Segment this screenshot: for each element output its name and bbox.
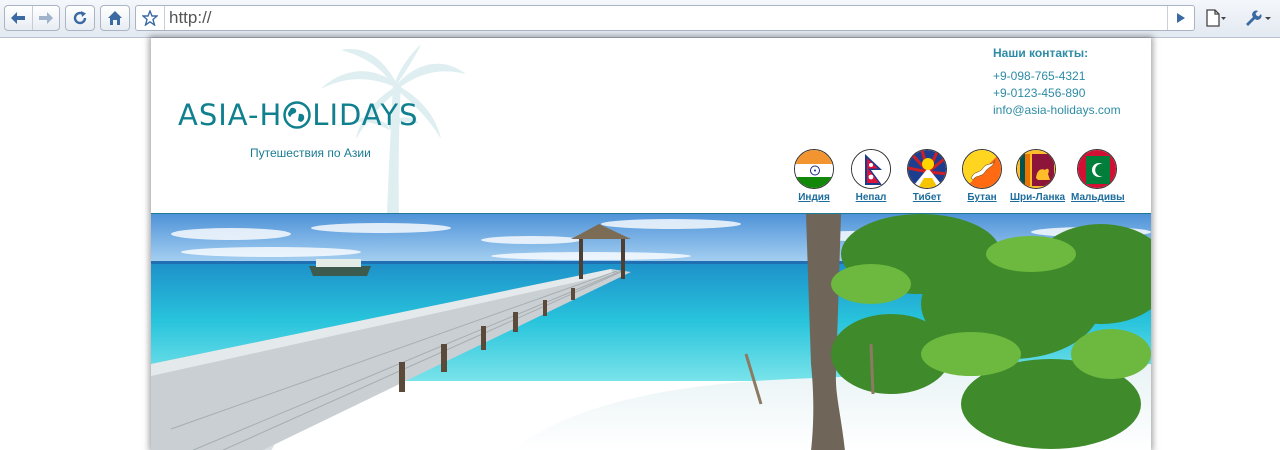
address-bar [135,5,1195,31]
reload-icon [73,11,87,25]
maldives-flag [1077,149,1117,189]
site-logo[interactable]: ASIA-H LIDAYS [178,98,419,132]
arrow-right-icon [38,12,53,24]
wrench-icon [1246,10,1271,26]
contact-phone-2: +9-0123-456-890 [993,86,1086,100]
country-label[interactable]: Бутан [956,192,1008,203]
page-icon [1206,9,1226,27]
bhutan-flag [962,149,1002,189]
sri-lanka-flag [1016,149,1056,189]
nepal-flag [851,149,891,189]
reload-button[interactable] [65,5,95,31]
arrow-left-icon [11,12,26,24]
country-link-sri-lanka[interactable]: Шри-Ланка [1010,149,1065,203]
url-input[interactable] [165,8,1167,28]
country-nav: Индия Непал Тибет Бутан Шри-Ланка Мальди… [788,149,1128,205]
logo-text-right: LIDAYS [312,98,419,132]
country-label[interactable]: Индия [788,192,840,203]
logo-text-left: ASIA-H [178,98,283,132]
page-menu-button[interactable] [1205,6,1227,30]
tibet-flag [907,149,947,189]
country-label[interactable]: Тибет [901,192,953,203]
country-label[interactable]: Непал [845,192,897,203]
india-flag [794,149,834,189]
bookmark-button[interactable] [136,6,165,30]
play-icon [1177,13,1185,23]
contact-phone-1: +9-098-765-4321 [993,69,1086,83]
site-tagline: Путешествия по Азии [250,146,371,160]
country-label[interactable]: Мальдивы [1071,192,1125,203]
web-page: ASIA-H LIDAYS Путешествия по Азии Наши к… [151,38,1151,450]
contact-email[interactable]: info@asia-holidays.com [993,102,1121,119]
country-link-bhutan[interactable]: Бутан [956,149,1008,203]
country-link-maldives[interactable]: Мальдивы [1071,149,1125,203]
country-link-tibet[interactable]: Тибет [901,149,953,203]
go-button[interactable] [1167,6,1194,30]
contacts-block: Наши контакты: +9-098-765-4321 +9-0123-4… [993,46,1121,119]
contacts-title: Наши контакты: [993,46,1089,60]
site-header: ASIA-H LIDAYS Путешествия по Азии Наши к… [151,38,1151,214]
home-button[interactable] [100,5,130,31]
back-button[interactable] [5,6,33,30]
forward-button[interactable] [33,6,60,30]
country-link-india[interactable]: Индия [788,149,840,203]
nav-buttons [4,5,60,31]
country-link-nepal[interactable]: Непал [845,149,897,203]
country-label[interactable]: Шри-Ланка [1010,192,1065,203]
home-icon [108,11,122,25]
tools-menu-button[interactable] [1243,6,1273,30]
browser-toolbar [0,0,1280,38]
star-icon [142,10,158,26]
globe-icon [283,101,312,129]
beach-banner-image [151,213,1151,450]
